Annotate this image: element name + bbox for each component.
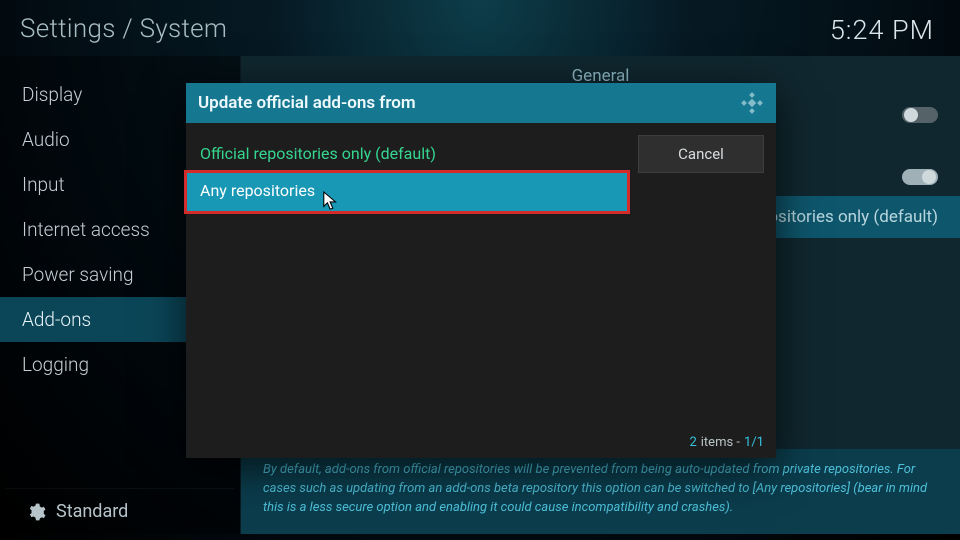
dialog-header: Update official add-ons from — [186, 83, 776, 123]
clock: 5:24 PM — [830, 14, 934, 46]
top-bar: Settings / System 5:24 PM — [0, 0, 960, 56]
row-value: positories only (default) — [759, 207, 938, 227]
settings-level-label: Standard — [56, 501, 128, 522]
help-text: By default, add-ons from official reposi… — [241, 449, 960, 534]
kodi-logo-icon — [740, 91, 764, 115]
gear-icon — [26, 502, 46, 522]
footer-count: 2 — [689, 435, 696, 450]
breadcrumb: Settings / System — [20, 14, 227, 44]
select-dialog: Update official add-ons from Official re… — [186, 83, 776, 458]
cancel-button[interactable]: Cancel — [638, 135, 764, 173]
toggle-on-icon[interactable] — [902, 169, 938, 185]
toggle-off-icon[interactable] — [902, 107, 938, 123]
option-any-repos[interactable]: Any repositories — [186, 172, 628, 212]
dialog-title: Update official add-ons from — [198, 93, 416, 113]
dialog-option-list: Official repositories only (default) Any… — [186, 123, 628, 429]
dialog-footer: 2 items - 1/1 — [186, 429, 776, 458]
footer-items-label: items - — [701, 435, 740, 450]
option-official-repos[interactable]: Official repositories only (default) — [186, 135, 628, 172]
footer-page: 1/1 — [744, 435, 764, 450]
settings-level-button[interactable]: Standard — [6, 488, 234, 534]
